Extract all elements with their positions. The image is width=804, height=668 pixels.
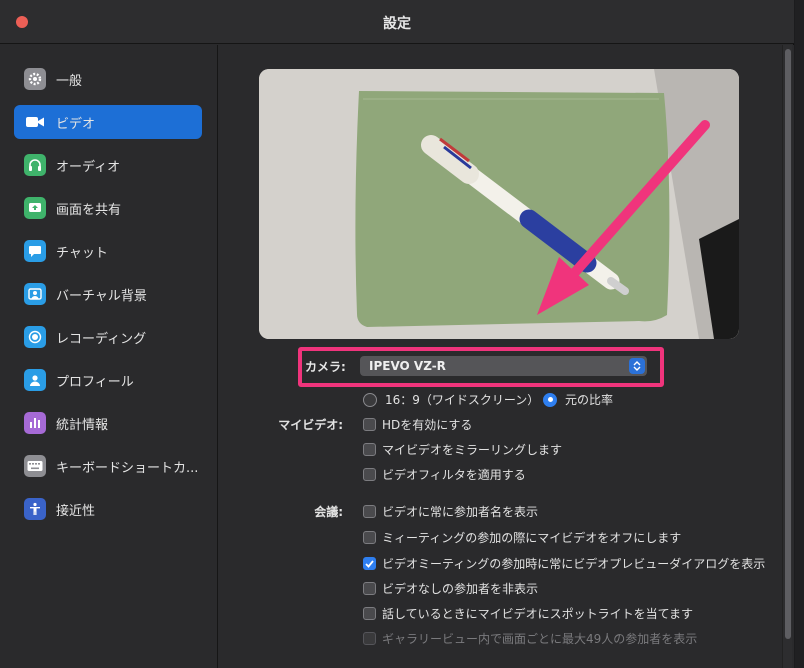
- checkbox[interactable]: [363, 607, 376, 620]
- sidebar-item-general[interactable]: 一般: [14, 62, 202, 96]
- camera-label: カメラ:: [305, 360, 346, 374]
- background-window-edge: [795, 0, 804, 668]
- checkmark-icon: [365, 559, 374, 568]
- checkbox-checked[interactable]: [363, 557, 376, 570]
- statistics-icon: [24, 412, 46, 434]
- option-video-filter[interactable]: ビデオフィルタを適用する: [363, 466, 526, 483]
- checkbox[interactable]: [363, 468, 376, 481]
- accessibility-icon: [24, 498, 46, 520]
- option-label: HDを有効にする: [382, 418, 473, 432]
- sidebar-item-label: プロフィール: [56, 374, 134, 390]
- video-camera-icon: [24, 111, 46, 133]
- aspect-option-wide[interactable]: 16：9（ワイドスクリーン）: [363, 391, 539, 408]
- scrollbar-thumb[interactable]: [785, 49, 791, 639]
- keyboard-icon: [24, 455, 46, 477]
- sidebar-item-label: 一般: [56, 73, 83, 89]
- checkbox[interactable]: [363, 582, 376, 595]
- radio-original[interactable]: [543, 392, 557, 407]
- checkbox[interactable]: [363, 418, 376, 431]
- camera-preview-image: [259, 69, 739, 339]
- meeting-section-label: 会議:: [314, 505, 343, 519]
- option-mirror-video[interactable]: マイビデオをミラーリングします: [363, 441, 562, 458]
- sidebar-item-chat[interactable]: チャット: [14, 234, 202, 268]
- sidebar-item-audio[interactable]: オーディオ: [14, 148, 202, 182]
- scrollbar[interactable]: [782, 45, 792, 668]
- sidebar-item-share-screen[interactable]: 画面を共有: [14, 191, 202, 225]
- share-screen-icon: [24, 197, 46, 219]
- sidebar-item-keyboard-shortcuts[interactable]: キーボードショートカ...: [14, 449, 202, 483]
- record-icon: [24, 326, 46, 348]
- checkbox-disabled: [363, 632, 376, 645]
- chat-bubble-icon: [24, 240, 46, 262]
- sidebar-item-label: 画面を共有: [56, 202, 122, 218]
- video-settings-panel: カメラ: IPEVO VZ-R 16：9（ワイドスクリーン） 元の比率 マイビデ…: [219, 45, 794, 668]
- option-turn-off-video[interactable]: ミィーティングの参加の際にマイビデオをオフにします: [363, 529, 681, 546]
- sidebar-item-recording[interactable]: レコーディング: [14, 320, 202, 354]
- option-label: ギャラリービュー内で画面ごとに最大49人の参加者を表示: [382, 632, 698, 646]
- aspect-option-original-label: 元の比率: [565, 393, 614, 407]
- sidebar-item-video[interactable]: ビデオ: [14, 105, 202, 139]
- settings-sidebar: 一般 ビデオ オーディオ 画面を共有 チャット バーチャル背景 レコーディング …: [0, 45, 218, 668]
- headphones-icon: [24, 154, 46, 176]
- option-hide-non-video[interactable]: ビデオなしの参加者を非表示: [363, 580, 538, 597]
- window-title: 設定: [383, 16, 411, 32]
- option-label: ミィーティングの参加の際にマイビデオをオフにします: [382, 531, 682, 545]
- sidebar-item-label: レコーディング: [56, 331, 147, 347]
- option-gallery-49: ギャラリービュー内で画面ごとに最大49人の参加者を表示: [363, 630, 697, 647]
- checkbox[interactable]: [363, 443, 376, 456]
- radio-wide[interactable]: [363, 392, 377, 407]
- sidebar-item-label: オーディオ: [56, 159, 121, 175]
- sidebar-item-label: バーチャル背景: [56, 288, 147, 304]
- option-label: ビデオなしの参加者を非表示: [382, 582, 539, 596]
- sidebar-item-label: キーボードショートカ...: [56, 460, 199, 476]
- option-spotlight[interactable]: 話しているときにマイビデオにスポットライトを当てます: [363, 605, 693, 622]
- sidebar-item-statistics[interactable]: 統計情報: [14, 406, 202, 440]
- checkbox[interactable]: [363, 531, 376, 544]
- sidebar-item-virtual-background[interactable]: バーチャル背景: [14, 277, 202, 311]
- sidebar-item-label: チャット: [56, 245, 108, 261]
- aspect-option-original[interactable]: 元の比率: [543, 391, 613, 408]
- camera-select[interactable]: IPEVO VZ-R: [360, 356, 647, 376]
- option-enable-hd[interactable]: HDを有効にする: [363, 416, 472, 433]
- settings-window: 設定 一般 ビデオ オーディオ 画面を共有 チャット バーチャル背景 レコーディ…: [0, 0, 794, 668]
- option-label: ビデオミーティングの参加時に常にビデオプレビューダイアログを表示: [382, 557, 766, 571]
- gear-icon: [24, 68, 46, 90]
- camera-preview: [259, 69, 739, 339]
- sidebar-item-label: 統計情報: [56, 417, 109, 433]
- aspect-option-wide-label: 16：9（ワイドスクリーン）: [385, 393, 540, 407]
- sidebar-item-label: 接近性: [56, 503, 96, 519]
- sidebar-item-accessibility[interactable]: 接近性: [14, 492, 202, 526]
- option-video-preview[interactable]: ビデオミーティングの参加時に常にビデオプレビューダイアログを表示: [363, 555, 765, 572]
- camera-select-value: IPEVO VZ-R: [369, 359, 446, 373]
- sidebar-item-profile[interactable]: プロフィール: [14, 363, 202, 397]
- my-video-section-label: マイビデオ:: [278, 418, 343, 432]
- option-label: ビデオに常に参加者名を表示: [382, 505, 539, 519]
- chevron-up-down-icon: [629, 358, 645, 374]
- profile-icon: [24, 369, 46, 391]
- title-bar: 設定: [0, 0, 794, 44]
- option-show-names[interactable]: ビデオに常に参加者名を表示: [363, 503, 538, 520]
- option-label: ビデオフィルタを適用する: [382, 468, 526, 482]
- checkbox[interactable]: [363, 505, 376, 518]
- option-label: マイビデオをミラーリングします: [382, 443, 563, 457]
- virtual-background-icon: [24, 283, 46, 305]
- option-label: 話しているときにマイビデオにスポットライトを当てます: [382, 607, 694, 621]
- sidebar-item-label: ビデオ: [56, 116, 96, 132]
